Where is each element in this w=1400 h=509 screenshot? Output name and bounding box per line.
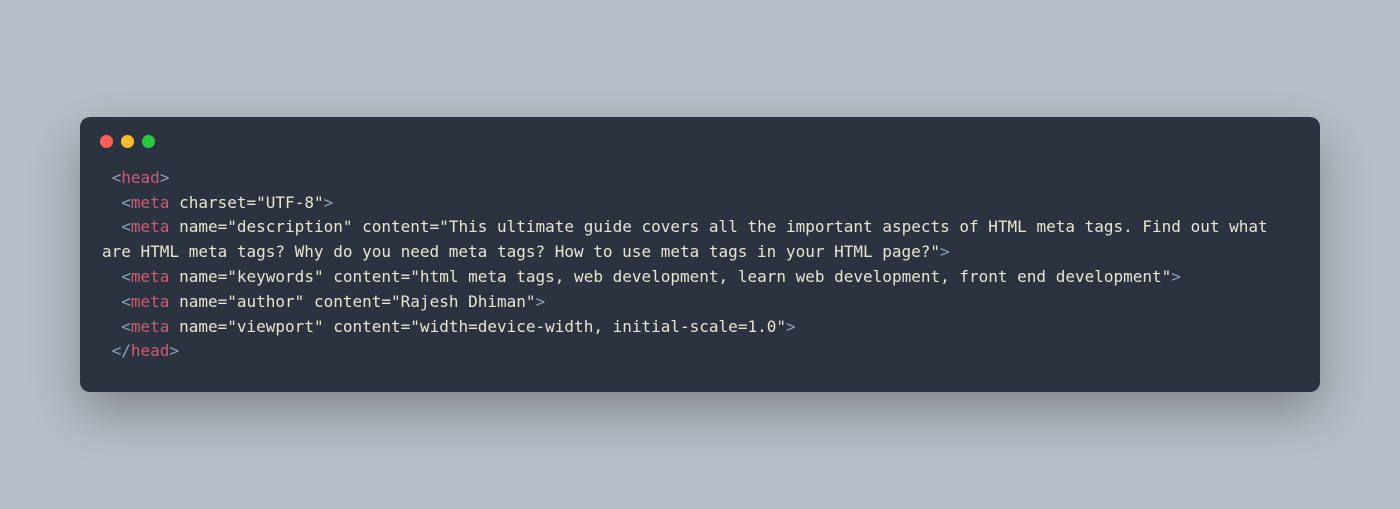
- code-value: "description": [227, 217, 352, 236]
- close-icon[interactable]: [100, 135, 113, 148]
- code-attr: content: [333, 267, 400, 286]
- code-space: [352, 217, 362, 236]
- code-value: "html meta tags, web development, learn …: [410, 267, 1171, 286]
- code-value: "author": [227, 292, 304, 311]
- code-equals: =: [430, 217, 440, 236]
- code-punct: <: [102, 267, 131, 286]
- code-space: [169, 193, 179, 212]
- code-equals: =: [247, 193, 257, 212]
- code-attr: content: [362, 217, 429, 236]
- code-punct: >: [169, 341, 179, 360]
- code-space: [169, 317, 179, 336]
- code-attr: name: [179, 267, 218, 286]
- code-attr: name: [179, 317, 218, 336]
- code-space: [169, 292, 179, 311]
- code-equals: =: [218, 267, 228, 286]
- code-equals: =: [218, 217, 228, 236]
- code-tag: head: [131, 341, 170, 360]
- code-equals: =: [401, 267, 411, 286]
- code-attr: charset: [179, 193, 246, 212]
- code-tag: meta: [131, 292, 170, 311]
- code-punct: <: [102, 292, 131, 311]
- code-value: "keywords": [227, 267, 323, 286]
- code-punct: >: [160, 168, 170, 187]
- code-attr: content: [333, 317, 400, 336]
- maximize-icon[interactable]: [142, 135, 155, 148]
- code-space: [324, 317, 334, 336]
- code-punct: >: [1171, 267, 1181, 286]
- code-punct: <: [102, 217, 131, 236]
- code-space: [169, 267, 179, 286]
- code-punct: >: [786, 317, 796, 336]
- code-punct: >: [324, 193, 334, 212]
- code-punct: >: [940, 242, 950, 261]
- code-tag: meta: [131, 217, 170, 236]
- code-equals: =: [401, 317, 411, 336]
- code-window: <head> <meta charset="UTF-8"> <meta name…: [80, 117, 1320, 392]
- code-equals: =: [218, 317, 228, 336]
- window-titlebar: [80, 117, 1320, 156]
- code-attr: name: [179, 217, 218, 236]
- code-tag: meta: [131, 193, 170, 212]
- code-equals: =: [381, 292, 391, 311]
- code-space: [324, 267, 334, 286]
- code-punct: <: [102, 168, 121, 187]
- code-tag: meta: [131, 317, 170, 336]
- code-space: [169, 217, 179, 236]
- code-value: "UTF-8": [256, 193, 323, 212]
- code-equals: =: [218, 292, 228, 311]
- code-tag: head: [121, 168, 160, 187]
- code-value: "width=device-width, initial-scale=1.0": [410, 317, 786, 336]
- minimize-icon[interactable]: [121, 135, 134, 148]
- code-block: <head> <meta charset="UTF-8"> <meta name…: [80, 156, 1320, 392]
- code-punct: >: [536, 292, 546, 311]
- code-punct: </: [102, 341, 131, 360]
- code-punct: <: [102, 317, 131, 336]
- code-punct: <: [102, 193, 131, 212]
- code-attr: content: [314, 292, 381, 311]
- code-space: [304, 292, 314, 311]
- code-value: "Rajesh Dhiman": [391, 292, 536, 311]
- code-tag: meta: [131, 267, 170, 286]
- code-attr: name: [179, 292, 218, 311]
- code-value: "viewport": [227, 317, 323, 336]
